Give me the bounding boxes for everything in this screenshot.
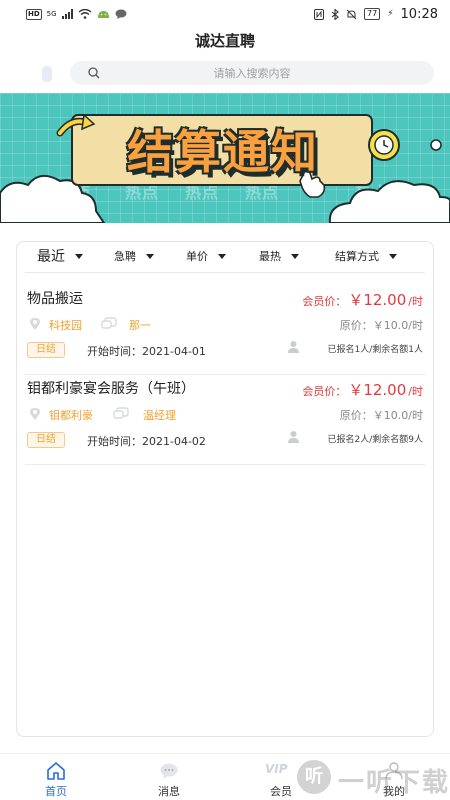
person-icon (288, 341, 299, 353)
hd-badge: HD (26, 8, 42, 20)
tab-messages[interactable]: 消息 (139, 754, 199, 800)
caret-down-icon (389, 253, 397, 259)
row-separator (25, 464, 425, 465)
price-unit: /时 (408, 295, 423, 308)
start-time: 开始时间：2021-04-02 (87, 435, 206, 448)
original-price: 原价：￥10.0/时 (339, 319, 423, 332)
filter-recent[interactable]: 最近 (37, 246, 83, 266)
status-bar-right: 77 ⚡ 10:28 (314, 7, 438, 22)
watermark-text: 一听下载 (338, 768, 450, 798)
filter-unit-price[interactable]: 单价 (186, 248, 226, 264)
filter-label: 最热 (259, 250, 281, 263)
job-location: 科技园 (49, 319, 82, 332)
job-list-item[interactable]: 钼都利豪宴会服务（午班） 会员价： ￥12.00 /时 钼都利豪 温经理 原价：… (17, 378, 433, 468)
filter-bar: 最近 急聘 单价 最热 结算方式 (17, 242, 433, 272)
price-prefix: 会员价： (302, 295, 347, 308)
settlement-tag: 日结 (27, 432, 65, 448)
original-price: 原价：￥10.0/时 (339, 409, 423, 422)
settlement-tag: 日结 (27, 342, 65, 358)
vip-icon: VIP (265, 762, 288, 776)
filter-urgent[interactable]: 急聘 (114, 248, 154, 264)
filter-label: 单价 (186, 250, 208, 263)
wifi-icon (78, 9, 92, 19)
price-unit: /时 (408, 385, 423, 398)
tab-label: 消息 (158, 785, 180, 798)
price-amount: ￥12.00 (348, 381, 407, 399)
location-pin-icon (30, 318, 40, 330)
clock: 10:28 (400, 6, 438, 22)
location-pin-icon (30, 408, 40, 420)
job-location: 钼都利豪 (49, 409, 93, 422)
caret-down-icon (291, 253, 299, 259)
page-title: 诚达直聘 (194, 32, 255, 50)
battery-icon: 77 (364, 8, 381, 20)
tab-label: 首页 (45, 785, 67, 798)
search-icon (88, 67, 100, 79)
message-icon (160, 763, 178, 779)
chat-bubble-icon (113, 407, 129, 419)
filter-settlement[interactable]: 结算方式 (335, 248, 397, 264)
chat-bubble-icon (101, 317, 117, 329)
status-bar-left: HD 5G (26, 8, 127, 20)
nfc-icon (314, 8, 325, 20)
price-prefix: 会员价： (302, 385, 347, 398)
banner-title: 结算通知 (78, 121, 368, 179)
android-icon (97, 11, 109, 18)
job-contact: 那一 (129, 319, 151, 332)
member-price: 会员价： ￥12.00 /时 (302, 289, 423, 310)
job-contact: 温经理 (143, 409, 176, 422)
promo-banner[interactable]: 热点 热点 热点 热点 热点 热点 热点 结算通知 (0, 93, 450, 223)
home-icon (47, 762, 65, 780)
job-title: 钼都利豪宴会服务（午班） (27, 381, 195, 397)
start-time: 开始时间：2021-04-01 (87, 345, 206, 358)
person-icon (288, 431, 299, 443)
job-title: 物品搬运 (27, 291, 83, 307)
caret-down-icon (75, 253, 83, 259)
network-type: 5G (46, 10, 57, 18)
caret-down-icon (146, 253, 154, 259)
banner-title-text: 结算通知 (127, 125, 319, 179)
job-list-item[interactable]: 物品搬运 会员价： ￥12.00 /时 科技园 那一 原价：￥10.0/时 日结… (17, 288, 433, 378)
watermark-logo: 听 (297, 760, 331, 794)
status-bar: HD 5G 77 ⚡ 10:28 (0, 0, 450, 28)
row-separator (25, 374, 425, 375)
search-input[interactable]: 请输入搜索内容 (70, 65, 434, 81)
member-price: 会员价： ￥12.00 /时 (302, 379, 423, 400)
filter-hottest[interactable]: 最热 (259, 248, 299, 264)
charging-icon: ⚡ (387, 9, 394, 19)
signal-icon (61, 9, 73, 19)
job-list-card: 最近 急聘 单价 最热 结算方式 物品搬运 会员价： ￥12.00 /时 科技园… (16, 241, 434, 737)
enrollment-count: 已报名1人/剩余名额1人 (327, 345, 424, 355)
avatar[interactable] (42, 66, 52, 82)
enrollment-count: 已报名2人/剩余名额9人 (327, 435, 424, 445)
filter-label: 急聘 (114, 250, 136, 263)
filter-label: 最近 (37, 249, 65, 265)
filter-label: 结算方式 (335, 250, 379, 263)
caret-down-icon (218, 253, 226, 259)
chat-app-icon (115, 9, 127, 19)
tab-home[interactable]: 首页 (26, 754, 86, 800)
price-amount: ￥12.00 (348, 291, 407, 309)
filter-divider (25, 272, 425, 273)
search-bar[interactable]: 请输入搜索内容 (70, 61, 434, 85)
mute-icon (346, 9, 357, 19)
bluetooth-icon (331, 8, 339, 20)
